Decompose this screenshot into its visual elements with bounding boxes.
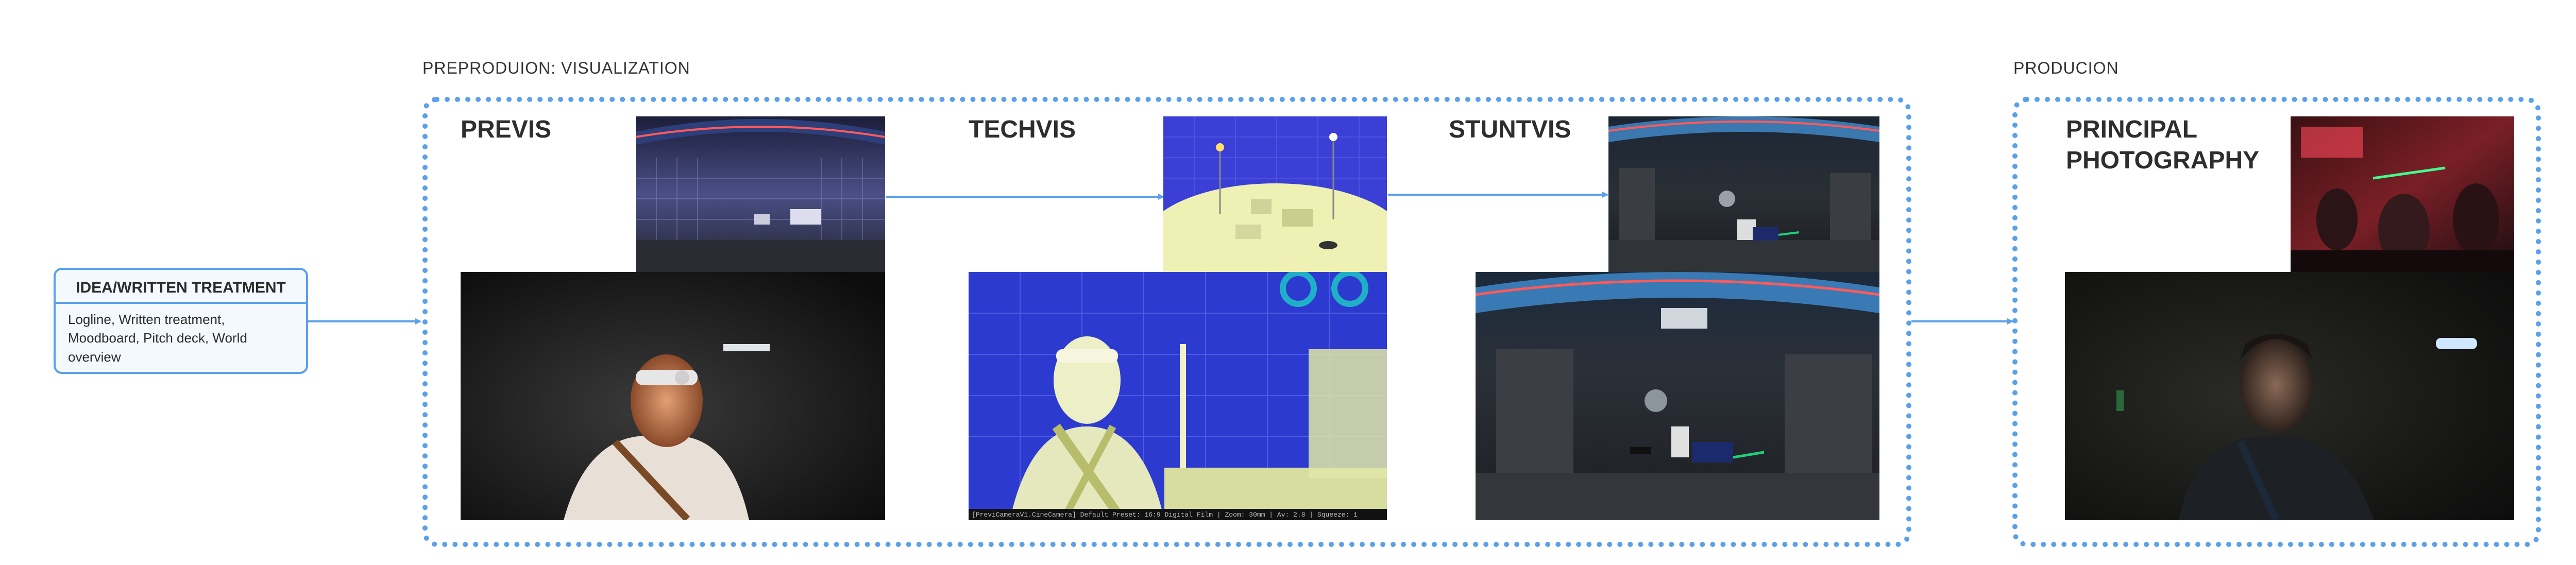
stuntvis-wide-image [1608, 116, 1879, 272]
stage-title-techvis: TECHVIS [969, 116, 1076, 143]
idea-node: IDEA/WRITTEN TREATMENT Logline, Written … [54, 268, 308, 374]
techvis-camera-caption: [PreviCameraV1.CineCamera] Default Prese… [972, 511, 1358, 519]
production-group-label: PRODUCION [2013, 59, 2119, 77]
previs-set-render-image [636, 116, 885, 272]
idea-title: IDEA/WRITTEN TREATMENT [76, 279, 286, 296]
principal-actor-image [2065, 272, 2514, 520]
principal-onset-image [2291, 116, 2514, 272]
techvis-character-image: [PreviCameraV1.CineCamera] Default Prese… [969, 272, 1387, 520]
stage-title-previs: PREVIS [461, 116, 552, 143]
techvis-setup-image [1163, 116, 1387, 272]
stuntvis-set-image [1476, 272, 1879, 520]
idea-body: Logline, Written treatment, Moodboard, P… [68, 312, 247, 365]
stage-title-principal: PRINCIPAL PHOTOGRAPHY [2066, 116, 2260, 174]
previz-group-label: PREPRODUION: VISUALIZATION [422, 59, 690, 77]
previs-character-image [461, 272, 885, 520]
stage-title-stuntvis: STUNTVIS [1449, 116, 1571, 143]
